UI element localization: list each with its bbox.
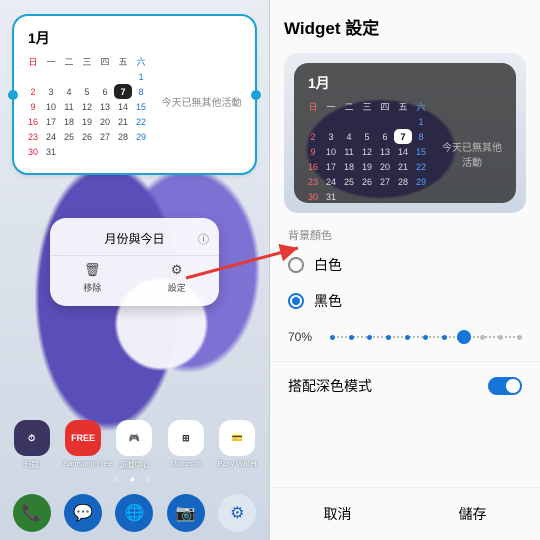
dock: 📞 💬 🌐 📷 ⚙ [0,494,269,532]
dark-mode-toggle[interactable] [488,377,522,395]
app-icon[interactable]: ⏱時鐘 [12,420,52,470]
save-button[interactable]: 儲存 [405,488,540,540]
widget-settings-button[interactable]: ⚙ 設定 [135,256,220,302]
page-title: Widget 設定 [270,0,540,49]
app-icon[interactable]: 🎮遊戲中心 [114,420,154,470]
opacity-value: 70% [288,330,322,344]
radio-icon [288,293,304,309]
page-indicator[interactable]: ⌂ ● ○ [0,474,269,484]
info-icon[interactable]: ⓘ [198,231,209,247]
widget-settings-screen: Widget 設定 1月 日一二三四五六12345678910111213141… [270,0,540,540]
radio-icon [288,257,304,273]
footer-actions: 取消 儲存 [270,487,540,540]
option-label: 白色 [314,255,342,275]
option-label: 黑色 [314,291,342,311]
no-events-text: 今天已無其他活動 [438,99,506,169]
switch-label: 搭配深色模式 [288,376,372,396]
calendar-month-label: 1月 [308,73,506,93]
remove-label: 移除 [83,283,101,293]
resize-handle-right[interactable] [251,90,261,100]
calendar-grid-container: 日一二三四五六123456789101112131415161718192021… [24,54,150,159]
dock-icon[interactable]: ⚙ [218,494,256,532]
trash-icon: 🗑 [50,262,135,278]
bg-option-black[interactable]: 黑色 [270,283,540,319]
calendar-widget[interactable]: 1月 日一二三四五六123456789101112131415161718192… [14,16,255,173]
settings-label: 設定 [168,283,186,293]
app-icon[interactable]: ⊞Microsoft [166,420,206,470]
home-screen: 1月 日一二三四五六123456789101112131415161718192… [0,0,270,540]
app-icon[interactable]: 💳Easy Wallet [217,420,257,470]
widget-context-menu: 月份與今日 ⓘ 🗑 移除 ⚙ 設定 [50,218,219,306]
opacity-slider-row: 70% [270,319,540,361]
calendar-month-label: 1月 [28,28,245,48]
bg-option-white[interactable]: 白色 [270,247,540,283]
no-events-text: 今天已無其他活動 [158,54,245,109]
gear-icon: ⚙ [135,262,220,278]
section-label-background: 背景顏色 [270,213,540,247]
remove-widget-button[interactable]: 🗑 移除 [50,256,135,302]
dock-icon[interactable]: 💬 [64,494,102,532]
app-row: ⏱時鐘 FREESamsung Free 🎮遊戲中心 ⊞Microsoft 💳Easy … [0,420,269,470]
popup-title: 月份與今日 [104,230,164,247]
cancel-button[interactable]: 取消 [270,488,405,540]
calendar-grid-container: 日一二三四五六123456789101112131415161718192021… [304,99,430,204]
match-dark-mode-row: 搭配深色模式 [270,361,540,410]
dock-icon[interactable]: 📷 [167,494,205,532]
calendar-widget-dark: 1月 日一二三四五六123456789101112131415161718192… [294,63,516,203]
resize-handle-left[interactable] [8,90,18,100]
opacity-slider[interactable] [330,329,522,345]
dock-icon[interactable]: 📞 [13,494,51,532]
dock-icon[interactable]: 🌐 [115,494,153,532]
app-icon[interactable]: FREESamsung Free [63,420,103,470]
widget-preview: 1月 日一二三四五六123456789101112131415161718192… [284,53,526,213]
